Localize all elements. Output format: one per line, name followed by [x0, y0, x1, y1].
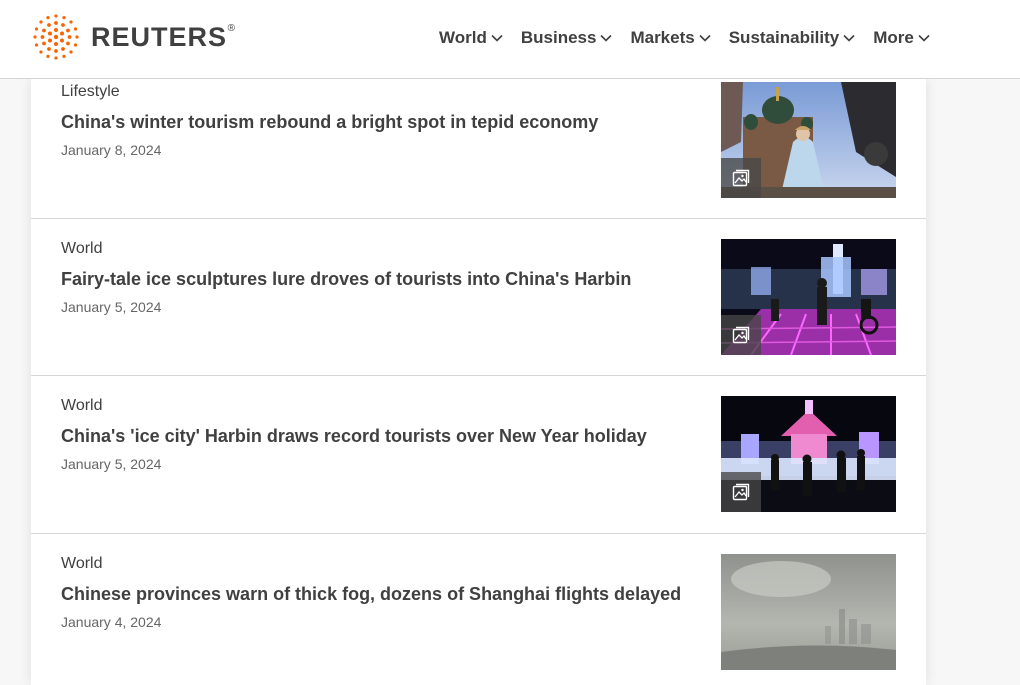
reuters-logo[interactable]: REUTERS ®	[31, 13, 237, 61]
story-thumbnail[interactable]	[721, 239, 896, 355]
registered-mark: ®	[227, 22, 237, 34]
story-date: January 5, 2024	[61, 299, 162, 315]
gallery-badge	[721, 158, 761, 198]
nav-markets-label: Markets	[630, 28, 695, 47]
nav-world[interactable]: World	[439, 28, 503, 48]
story-list: Lifestyle China's winter tourism rebound…	[31, 79, 926, 685]
site-header: REUTERS ® World Business Markets Sustaina…	[0, 0, 1020, 79]
gallery-icon	[732, 483, 750, 501]
reuters-logo-icon	[33, 14, 79, 60]
chevron-down-icon	[843, 34, 855, 42]
nav-sustainability[interactable]: Sustainability	[729, 28, 856, 48]
story-headline[interactable]: China's winter tourism rebound a bright …	[61, 112, 701, 133]
story-date: January 8, 2024	[61, 142, 162, 158]
nav-more[interactable]: More	[873, 28, 930, 48]
thumbnail-image	[721, 554, 896, 670]
chevron-down-icon	[918, 34, 930, 42]
nav-business[interactable]: Business	[521, 28, 613, 48]
logo-wordmark: REUTERS ®	[91, 21, 237, 52]
story-item: Lifestyle China's winter tourism rebound…	[31, 79, 926, 219]
story-kicker[interactable]: World	[61, 397, 103, 415]
story-thumbnail[interactable]	[721, 554, 896, 670]
nav-business-label: Business	[520, 28, 597, 47]
story-item: World Chinese provinces warn of thick fo…	[31, 534, 926, 685]
gallery-icon	[732, 326, 750, 344]
story-item: World Fairy-tale ice sculptures lure dro…	[31, 219, 926, 376]
chevron-down-icon	[699, 34, 711, 42]
story-thumbnail[interactable]	[721, 82, 896, 198]
story-thumbnail[interactable]	[721, 396, 896, 512]
story-headline[interactable]: Chinese provinces warn of thick fog, doz…	[61, 584, 701, 605]
gallery-badge	[721, 472, 761, 512]
gallery-badge	[721, 315, 761, 355]
story-headline[interactable]: Fairy-tale ice sculptures lure droves of…	[61, 269, 701, 290]
nav-sustainability-label: Sustainability	[728, 28, 840, 47]
story-date: January 5, 2024	[61, 456, 162, 472]
nav-more-label: More	[873, 28, 914, 47]
story-item: World China's 'ice city' Harbin draws re…	[31, 376, 926, 534]
story-kicker[interactable]: World	[61, 555, 103, 573]
chevron-down-icon	[491, 34, 503, 42]
story-kicker[interactable]: World	[61, 240, 103, 258]
gallery-icon	[732, 169, 750, 187]
story-headline[interactable]: China's 'ice city' Harbin draws record t…	[61, 426, 701, 447]
chevron-down-icon	[600, 34, 613, 42]
story-kicker[interactable]: Lifestyle	[61, 83, 120, 101]
story-date: January 4, 2024	[61, 614, 162, 630]
main-nav: World Business Markets Sustainability Mo…	[439, 24, 948, 52]
nav-markets[interactable]: Markets	[630, 28, 711, 48]
nav-world-label: World	[439, 28, 487, 47]
